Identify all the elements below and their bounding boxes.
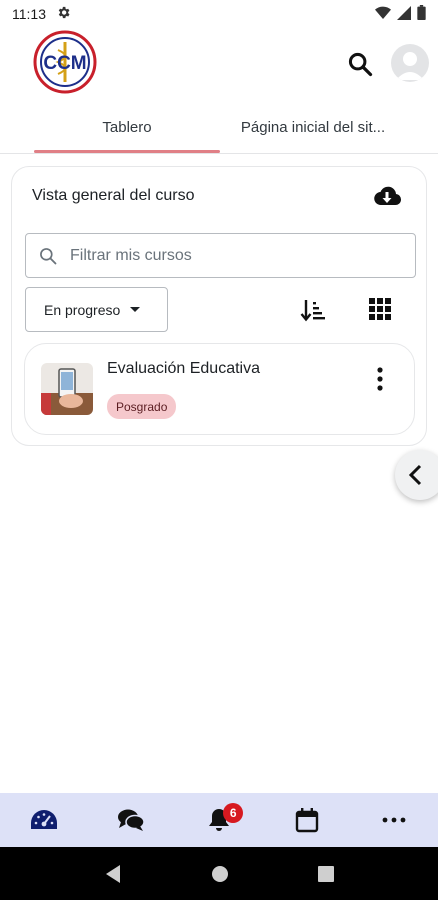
active-tab-indicator xyxy=(34,150,220,153)
nav-messages[interactable] xyxy=(88,793,176,847)
course-card[interactable]: Evaluación Educativa Posgrado xyxy=(24,343,415,435)
back-icon[interactable] xyxy=(104,864,122,884)
battery-icon xyxy=(417,5,426,23)
status-time: 11:13 xyxy=(12,6,46,22)
search-icon xyxy=(348,52,373,77)
display-mode-button[interactable] xyxy=(368,297,392,321)
user-avatar[interactable] xyxy=(391,44,429,82)
messages-icon xyxy=(118,809,146,831)
nav-more[interactable] xyxy=(350,793,438,847)
tab-dashboard[interactable]: Tablero xyxy=(34,100,220,154)
nav-notifications[interactable]: 6 xyxy=(175,793,263,847)
wifi-icon xyxy=(375,6,391,23)
system-navigation-bar xyxy=(0,847,438,900)
grid-icon xyxy=(369,298,391,320)
recents-icon[interactable] xyxy=(317,865,334,882)
tab-site-home[interactable]: Página inicial del sit... xyxy=(228,100,398,154)
status-filter-value: En progreso xyxy=(44,301,121,318)
sort-courses-button[interactable] xyxy=(300,297,326,323)
sort-icon xyxy=(300,300,325,322)
more-vertical-icon xyxy=(377,367,383,391)
dashboard-icon xyxy=(30,810,57,829)
course-name[interactable]: Evaluación Educativa xyxy=(107,360,260,378)
app-header: CCM xyxy=(0,28,438,98)
home-icon[interactable] xyxy=(211,865,229,883)
nav-calendar[interactable] xyxy=(263,793,351,847)
download-courses-button[interactable] xyxy=(372,183,402,209)
course-category-badge: Posgrado xyxy=(107,394,177,419)
site-logo: CCM xyxy=(32,30,98,94)
bottom-tab-bar: 6 xyxy=(0,793,438,847)
nav-dashboard[interactable] xyxy=(0,793,88,847)
chevron-down-icon xyxy=(130,307,141,312)
settings-icon xyxy=(56,5,71,23)
calendar-icon xyxy=(295,808,318,833)
course-actions-button[interactable] xyxy=(370,366,390,392)
cloud-download-icon xyxy=(374,186,402,206)
main-tabs: Tablero Página inicial del sit... xyxy=(0,100,438,154)
course-overview-block: Vista general del curso En progreso xyxy=(11,166,427,446)
more-icon xyxy=(382,817,406,823)
signal-icon xyxy=(397,5,411,23)
search-button[interactable] xyxy=(346,50,374,78)
logo-text: CCM xyxy=(43,53,86,74)
course-filter-field[interactable] xyxy=(25,233,416,278)
block-title: Vista general del curso xyxy=(32,187,195,204)
notification-count-badge: 6 xyxy=(223,803,244,823)
status-filter-select[interactable]: En progreso xyxy=(25,287,168,332)
open-drawer-button[interactable] xyxy=(395,450,438,500)
status-bar: 11:13 xyxy=(0,0,438,28)
course-image xyxy=(41,363,93,415)
search-icon xyxy=(40,247,57,264)
course-filter-input[interactable] xyxy=(70,246,400,265)
chevron-left-icon xyxy=(408,464,422,486)
